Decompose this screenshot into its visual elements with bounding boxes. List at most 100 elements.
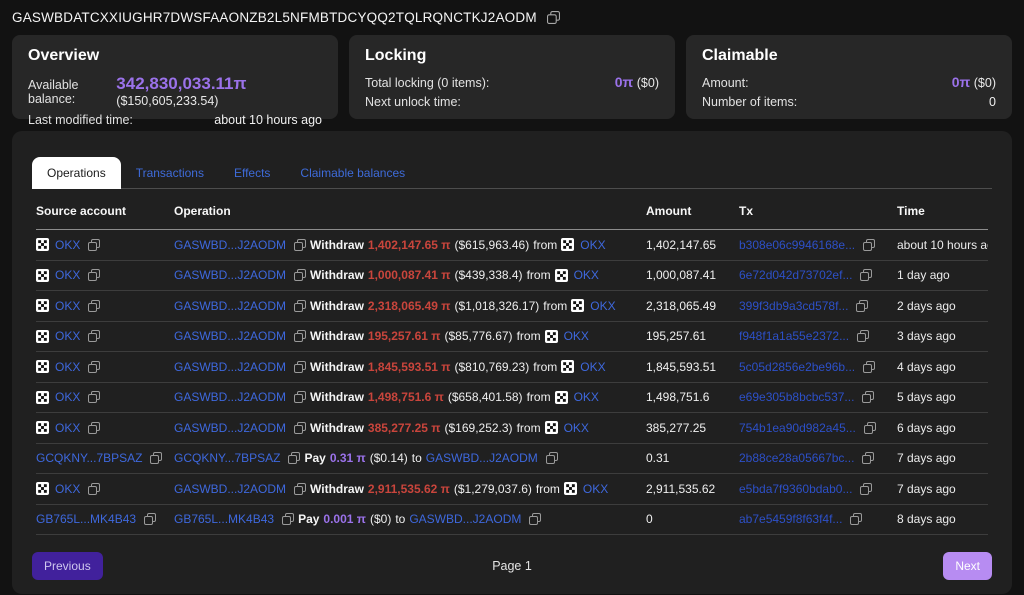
operation-usd: ($615,963.46) <box>455 238 530 252</box>
operation-account-link[interactable]: GASWBD...J2AODM <box>174 360 286 374</box>
operation-target-link[interactable]: OKX <box>583 482 608 496</box>
source-account-cell: OKX <box>36 238 174 252</box>
tx-hash-link[interactable]: f948f1a1a55e2372... <box>739 329 849 343</box>
source-account-link[interactable]: OKX <box>55 268 80 282</box>
operation-target-link[interactable]: OKX <box>580 238 605 252</box>
okx-logo-icon <box>36 238 49 251</box>
copy-icon[interactable] <box>88 300 100 312</box>
copy-icon[interactable] <box>88 269 100 281</box>
copy-icon[interactable] <box>850 513 862 525</box>
copy-icon[interactable] <box>860 269 872 281</box>
copy-icon[interactable] <box>294 330 306 342</box>
tab-claimable-balances[interactable]: Claimable balances <box>285 157 420 189</box>
operation-target-link[interactable]: GASWBD...J2AODM <box>426 451 538 465</box>
copy-icon[interactable] <box>282 513 294 525</box>
source-account-link[interactable]: OKX <box>55 421 80 435</box>
operation-account-link[interactable]: GASWBD...J2AODM <box>174 329 286 343</box>
tx-hash-link[interactable]: 754b1ea90d982a45... <box>739 421 856 435</box>
copy-icon[interactable] <box>546 452 558 464</box>
okx-logo-icon <box>36 299 49 312</box>
copy-icon[interactable] <box>547 11 560 24</box>
copy-icon[interactable] <box>150 452 162 464</box>
copy-icon[interactable] <box>88 361 100 373</box>
operation-amount: 0.31 π <box>330 451 366 465</box>
operation-preposition: from <box>527 390 551 404</box>
source-account-link[interactable]: OKX <box>55 360 80 374</box>
next-button[interactable]: Next <box>943 552 992 580</box>
copy-icon[interactable] <box>864 422 876 434</box>
source-account-cell: GB765L...MK4B43 <box>36 512 174 526</box>
copy-icon[interactable] <box>88 422 100 434</box>
copy-icon[interactable] <box>294 239 306 251</box>
operation-cell: GASWBD...J2AODMWithdraw1,498,751.6 π($65… <box>174 390 646 404</box>
copy-icon[interactable] <box>294 422 306 434</box>
tab-operations[interactable]: Operations <box>32 157 121 189</box>
copy-icon[interactable] <box>863 239 875 251</box>
operation-account-link[interactable]: GASWBD...J2AODM <box>174 390 286 404</box>
operation-verb: Withdraw <box>310 482 364 496</box>
copy-icon[interactable] <box>857 330 869 342</box>
tx-hash-link[interactable]: 6e72d042d73702ef... <box>739 268 852 282</box>
tx-hash-link[interactable]: ab7e5459f8f63f4f... <box>739 512 842 526</box>
copy-icon[interactable] <box>860 483 872 495</box>
operation-target-link[interactable]: OKX <box>590 299 615 313</box>
tx-hash-link[interactable]: 399f3db9a3cd578f... <box>739 299 848 313</box>
overview-title: Overview <box>28 47 322 65</box>
amount-cell: 2,911,535.62 <box>646 482 739 496</box>
operation-target-link[interactable]: OKX <box>580 360 605 374</box>
operation-account-link[interactable]: GASWBD...J2AODM <box>174 421 286 435</box>
source-account-link[interactable]: OKX <box>55 482 80 496</box>
source-account-link[interactable]: OKX <box>55 238 80 252</box>
operation-amount: 195,257.61 π <box>368 329 441 343</box>
source-account-link[interactable]: GB765L...MK4B43 <box>36 512 136 526</box>
copy-icon[interactable] <box>88 483 100 495</box>
operation-verb: Withdraw <box>310 238 364 252</box>
tab-transactions[interactable]: Transactions <box>121 157 219 189</box>
operation-account-link[interactable]: GCQKNY...7BPSAZ <box>174 451 280 465</box>
copy-icon[interactable] <box>288 452 300 464</box>
source-account-link[interactable]: OKX <box>55 390 80 404</box>
copy-icon[interactable] <box>88 239 100 251</box>
copy-icon[interactable] <box>88 330 100 342</box>
tx-hash-link[interactable]: 2b88ce28a05667bc... <box>739 451 854 465</box>
table-row: OKXGASWBD...J2AODMWithdraw385,277.25 π($… <box>36 413 988 444</box>
copy-icon[interactable] <box>294 300 306 312</box>
table-row: OKXGASWBD...J2AODMWithdraw2,318,065.49 π… <box>36 291 988 322</box>
operation-usd: ($658,401.58) <box>448 390 523 404</box>
tx-hash-link[interactable]: b308e06c9946168e... <box>739 238 855 252</box>
account-address: GASWBDATCXXIUGHR7DWSFAAONZB2L5NFMBTDCYQQ… <box>12 10 537 25</box>
copy-icon[interactable] <box>862 452 874 464</box>
tx-hash-link[interactable]: e69e305b8bcbc537... <box>739 390 854 404</box>
operation-target-link[interactable]: OKX <box>574 268 599 282</box>
copy-icon[interactable] <box>856 300 868 312</box>
operation-usd: ($1,018,326.17) <box>455 299 540 313</box>
operation-target-link[interactable]: GASWBD...J2AODM <box>409 512 521 526</box>
source-account-link[interactable]: OKX <box>55 329 80 343</box>
copy-icon[interactable] <box>88 391 100 403</box>
col-operation: Operation <box>174 189 646 229</box>
operation-account-link[interactable]: GASWBD...J2AODM <box>174 268 286 282</box>
operation-target-link[interactable]: OKX <box>564 329 589 343</box>
copy-icon[interactable] <box>862 391 874 403</box>
previous-button[interactable]: Previous <box>32 552 103 580</box>
operation-account-link[interactable]: GASWBD...J2AODM <box>174 299 286 313</box>
copy-icon[interactable] <box>144 513 156 525</box>
operation-account-link[interactable]: GASWBD...J2AODM <box>174 238 286 252</box>
operation-account-link[interactable]: GB765L...MK4B43 <box>174 512 274 526</box>
source-account-link[interactable]: OKX <box>55 299 80 313</box>
tx-hash-link[interactable]: 5c05d2856e2be96b... <box>739 360 855 374</box>
source-account-link[interactable]: GCQKNY...7BPSAZ <box>36 451 142 465</box>
operation-account-link[interactable]: GASWBD...J2AODM <box>174 482 286 496</box>
tx-hash-link[interactable]: e5bda7f9360bdab0... <box>739 482 852 496</box>
copy-icon[interactable] <box>863 361 875 373</box>
operation-target-link[interactable]: OKX <box>564 421 589 435</box>
operation-amount: 2,911,535.62 π <box>368 482 450 496</box>
operation-target-link[interactable]: OKX <box>574 390 599 404</box>
copy-icon[interactable] <box>294 269 306 281</box>
tab-effects[interactable]: Effects <box>219 157 285 189</box>
copy-icon[interactable] <box>529 513 541 525</box>
copy-icon[interactable] <box>294 361 306 373</box>
copy-icon[interactable] <box>294 483 306 495</box>
col-source-account: Source account <box>36 189 174 229</box>
copy-icon[interactable] <box>294 391 306 403</box>
